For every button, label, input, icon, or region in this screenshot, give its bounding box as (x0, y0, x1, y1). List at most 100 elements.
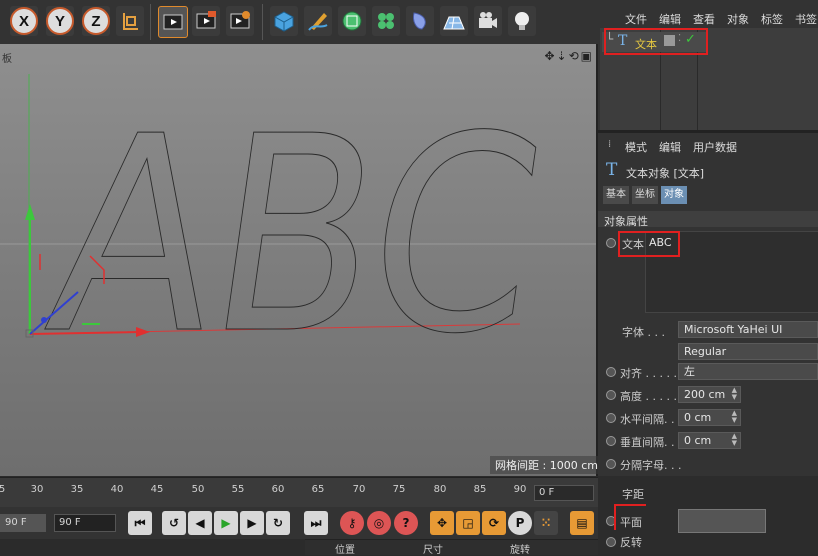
light-button[interactable] (508, 6, 536, 36)
plane-dropdown[interactable] (678, 509, 766, 533)
start-frame-field[interactable]: 90 F (0, 514, 46, 532)
subdivision-button[interactable] (338, 6, 366, 36)
parameter-icon: P (515, 516, 525, 530)
key-position-button[interactable]: ✥ (430, 511, 454, 535)
align-label: 对齐 . . . . . (620, 367, 677, 380)
next-key-button[interactable]: ↻ (266, 511, 290, 535)
highlight-text-field (618, 231, 680, 257)
align-radio[interactable] (606, 367, 616, 377)
timeline-tick: 70 (352, 484, 366, 495)
rotate-icon: ⟳ (488, 516, 500, 530)
font-family-dropdown[interactable]: Microsoft YaHei UI (678, 321, 818, 338)
hspacing-radio[interactable] (606, 413, 616, 423)
deformer-icon (413, 12, 426, 30)
height-input[interactable]: 200 cm ▲ ▼ (678, 386, 741, 403)
kerning-label: 字距 (622, 488, 644, 501)
separate-radio[interactable] (606, 459, 616, 469)
render-view-button[interactable] (158, 6, 188, 38)
height-radio[interactable] (606, 390, 616, 400)
go-to-start-button[interactable]: ⏮ (128, 511, 152, 535)
end-frame-field[interactable]: 90 F (54, 514, 116, 532)
key-help-button[interactable]: ? (394, 511, 418, 535)
menu-bookmark[interactable]: 书签 (795, 11, 817, 27)
play-button[interactable]: ▶ (214, 511, 238, 535)
record-keys-button[interactable]: ⚷ (340, 511, 364, 535)
auto-key-icon: ◎ (373, 516, 385, 530)
coordinate-system-icon (123, 13, 138, 30)
next-frame-icon: ▶ (247, 516, 257, 530)
render-settings-icon (230, 11, 250, 29)
menu-mode[interactable]: 模式 (625, 139, 647, 155)
coordinate-system-button[interactable] (116, 6, 144, 36)
current-frame-field[interactable]: 0 F (534, 485, 594, 501)
y-axis-lock-button[interactable]: Y (46, 6, 74, 36)
prev-key-button[interactable]: ↺ (162, 511, 186, 535)
menu-file[interactable]: 文件 (625, 11, 647, 27)
stepper-icon[interactable]: ▲ ▼ (732, 410, 737, 424)
tab-object[interactable]: 对象 (661, 186, 687, 204)
vspacing-input[interactable]: 0 cm ▲ ▼ (678, 432, 741, 449)
floor-icon (443, 16, 465, 30)
pen-icon (308, 13, 328, 31)
stepper-icon[interactable]: ▲ ▼ (732, 433, 737, 447)
render-settings-button[interactable] (226, 6, 254, 36)
timeline-ruler[interactable]: 5 30 35 40 45 50 55 60 65 70 75 80 85 90 (0, 477, 598, 508)
z-axis-lock-button[interactable]: Z (82, 6, 110, 36)
menu-view[interactable]: 查看 (693, 11, 715, 27)
tab-coord[interactable]: 坐标 (632, 186, 658, 204)
align-dropdown[interactable]: 左 (678, 363, 818, 380)
key-pla-button[interactable]: ⁙ (534, 511, 558, 535)
array-icon (378, 13, 394, 29)
timeline-button[interactable]: ▤ (570, 511, 594, 535)
menu-edit[interactable]: 编辑 (659, 11, 681, 27)
menu-user-data[interactable]: 用户数据 (693, 139, 737, 155)
x-axis-icon: X (10, 7, 38, 35)
menu-object[interactable]: 对象 (727, 11, 749, 27)
attr-drag-handle-icon[interactable]: ⁞ (608, 139, 611, 150)
array-button[interactable] (372, 6, 400, 36)
auto-key-button[interactable]: ◎ (367, 511, 391, 535)
text-object-outline: ABC (34, 78, 558, 392)
menu-attr-edit[interactable]: 编辑 (659, 139, 681, 155)
stepper-icon[interactable]: ▲ ▼ (732, 387, 737, 401)
timeline-tick: 60 (271, 484, 285, 495)
highlight-plane (614, 504, 646, 530)
camera-button[interactable] (474, 6, 502, 36)
render-queue-icon (196, 11, 216, 29)
gizmo-y-arrow (25, 204, 35, 220)
key-icon: ⚷ (347, 516, 357, 530)
x-axis-lock-button[interactable]: X (10, 6, 38, 36)
deformer-button[interactable] (406, 6, 434, 36)
font-style-dropdown[interactable]: Regular (678, 343, 818, 360)
go-to-end-button[interactable]: ⏭ (304, 511, 328, 535)
tab-basic[interactable]: 基本 (603, 186, 629, 204)
reverse-radio[interactable] (606, 537, 616, 547)
timeline-tick: 65 (311, 484, 325, 495)
render-queue-button[interactable] (192, 6, 220, 36)
floor-button[interactable] (440, 6, 468, 36)
vspacing-label: 垂直间隔. . . (620, 436, 682, 449)
menu-tag[interactable]: 标签 (761, 11, 783, 27)
timeline-tick: 75 (392, 484, 406, 495)
grid-spacing-label: 网格间距 : 1000 cm (490, 456, 603, 474)
3d-viewport[interactable]: ABC (0, 44, 598, 476)
prev-frame-button[interactable]: ◀ (188, 511, 212, 535)
timeline-tick: 40 (110, 484, 124, 495)
reverse-label: 反转 (620, 536, 642, 549)
render-view-icon (163, 14, 183, 30)
key-parameter-button[interactable]: P (508, 511, 532, 535)
pen-button[interactable] (304, 6, 332, 36)
cube-button[interactable] (270, 6, 298, 36)
viewport-nav-icons[interactable]: ✥⇣⟲▣ (544, 49, 594, 63)
next-frame-button[interactable]: ▶ (240, 511, 264, 535)
text-anim-radio[interactable] (606, 238, 616, 248)
hspacing-input[interactable]: 0 cm ▲ ▼ (678, 409, 741, 426)
height-value: 200 cm (684, 388, 726, 401)
timeline-tick: 30 (30, 484, 44, 495)
height-label: 高度 . . . . . (620, 390, 677, 403)
vspacing-radio[interactable] (606, 436, 616, 446)
timeline-tick: 90 (513, 484, 527, 495)
key-scale-button[interactable]: ◲ (456, 511, 480, 535)
key-rotation-button[interactable]: ⟳ (482, 511, 506, 535)
prev-key-icon: ↺ (168, 516, 180, 530)
